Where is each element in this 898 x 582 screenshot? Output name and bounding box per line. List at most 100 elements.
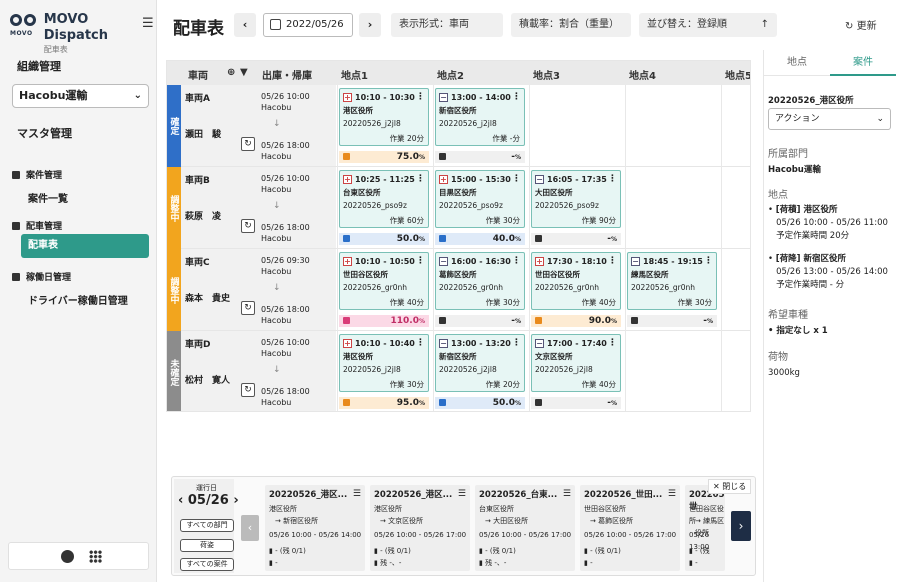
action-select[interactable]: アクション ⌄ (768, 108, 891, 130)
arrow-down-icon: ↓ (273, 119, 281, 129)
cargo-remaining: ▮ 残 -、- (479, 559, 507, 567)
more-icon[interactable]: ⋮ (608, 338, 617, 348)
cargo-icon (343, 399, 350, 406)
column-divider (529, 85, 530, 411)
refresh-icon: ↻ (845, 21, 854, 32)
dropoff-icon: − (439, 339, 448, 348)
add-vehicle-icon[interactable]: ⊕ (227, 67, 235, 78)
job-card[interactable]: 20220526_世 世田谷区役所 → 練馬区役所 05/26 13:00 ▮ … (685, 485, 725, 571)
apps-grid-icon[interactable] (89, 550, 102, 563)
load-rate: -% (531, 233, 621, 245)
stop-card[interactable]: − 16:05 - 17:35 ⋮ 大田区役所 20220526_pso9z 作… (531, 170, 621, 228)
more-icon[interactable]: ⋮ (704, 256, 713, 266)
job-filter[interactable]: すべての案件 (180, 558, 234, 571)
arrow-down-icon: ↓ (273, 201, 281, 211)
menu-icon[interactable]: ☰ (458, 488, 466, 500)
vehicle-row: 調整中 車両B 萩原 凌 05/26 10:00 Hacobu ↓ ↻ 05/26… (167, 167, 750, 249)
load-rate-button[interactable]: 積載率：割合（重量） (511, 13, 631, 37)
date-picker[interactable]: 2022/05/26 (263, 13, 353, 37)
job-card[interactable]: 20220526_港区... ☰ 港区役所 → 文京区役所 05/26 10:0… (370, 485, 470, 571)
more-icon[interactable]: ⋮ (416, 92, 425, 102)
driver-name: 萩原 凌 (185, 212, 222, 222)
more-icon[interactable]: ⋮ (608, 174, 617, 184)
vehicle-row: 調整中 車両C 森本 貴史 05/26 09:30 Hacobu ↓ ↻ 05/2… (167, 249, 750, 331)
prev-date-button[interactable]: ‹ (234, 13, 256, 37)
department-filter[interactable]: すべての部門 (180, 519, 234, 532)
vehicle-name[interactable]: 車両C (185, 255, 210, 268)
menu-icon[interactable]: ☰ (353, 488, 361, 500)
arrow-down-icon: ↓ (273, 365, 281, 375)
stop-card[interactable]: − 13:00 - 13:20 ⋮ 新宿区役所 20220526_j2jl8 作… (435, 334, 525, 392)
more-icon[interactable]: ⋮ (512, 338, 521, 348)
more-icon[interactable]: ⋮ (416, 338, 425, 348)
more-icon[interactable]: ⋮ (512, 174, 521, 184)
tab-points[interactable]: 地点 (764, 50, 830, 76)
stop-card[interactable]: + 17:30 - 18:10 ⋮ 世田谷区役所 20220526_gr0nh … (531, 252, 621, 310)
rotate-icon[interactable]: ↻ (241, 301, 255, 315)
cargo-value: 3000kg (768, 368, 800, 378)
more-icon[interactable]: ⋮ (416, 174, 425, 184)
stop-card[interactable]: − 18:45 - 19:15 ⋮ 練馬区役所 20220526_gr0nh 作… (627, 252, 717, 310)
dropoff-icon: − (439, 257, 448, 266)
stop-card[interactable]: − 16:00 - 16:30 ⋮ 葛飾区役所 20220526_gr0nh 作… (435, 252, 525, 310)
cargo-icon: ▮ (269, 559, 273, 567)
user-icon[interactable] (61, 550, 74, 563)
tray-prev-button[interactable]: ‹ (241, 515, 259, 541)
dropoff-icon: − (535, 175, 544, 184)
vehicle-name[interactable]: 車両B (185, 173, 210, 186)
filter-icon[interactable]: ▼ (240, 67, 248, 78)
vehicle-remaining: ▮ - (残 0/1) (479, 547, 516, 555)
tray-next-button[interactable]: › (731, 511, 751, 541)
vehicle-info: 車両D 松村 寛人 05/26 10:00 Hacobu ↓ ↻ 05/26 18… (181, 331, 336, 411)
main-area: 配車表 ‹ 2022/05/26 › 表示形式：車両 積載率：割合（重量） 並び… (157, 0, 877, 582)
stop-card[interactable]: + 10:10 - 10:40 ⋮ 港区役所 20220526_j2jl8 作業… (339, 334, 429, 392)
nav-dispatch-table[interactable]: 配車表 (21, 234, 149, 258)
next-date-button[interactable]: › (359, 13, 381, 37)
nav-driver-workdays[interactable]: ドライバー稼働日管理 (28, 292, 128, 307)
menu-icon[interactable]: ☰ (563, 488, 571, 500)
org-select[interactable]: Hacobu運輸 ⌄ (12, 84, 149, 108)
vehicle-info: 車両A 瀬田 駿 05/26 10:00 Hacobu ↓ ↻ 05/26 18:… (181, 85, 336, 166)
app-logo[interactable]: MOVO MOVO Dispatch 配車表 (10, 12, 156, 56)
more-icon[interactable]: ⋮ (512, 92, 521, 102)
to-location: → 大田区役所 (485, 517, 529, 525)
job-card[interactable]: 20220526_港区... ☰ 港区役所 → 新宿区役所 05/26 10:0… (265, 485, 365, 571)
stop-card[interactable]: − 17:00 - 17:40 ⋮ 文京区役所 20220526_j2jl8 作… (531, 334, 621, 392)
vehicle-name[interactable]: 車両D (185, 337, 210, 350)
load-rate: 95.0% (339, 397, 429, 409)
rotate-icon[interactable]: ↻ (241, 383, 255, 397)
cargo-icon (343, 317, 350, 324)
status-badge: 調整中 (167, 249, 181, 331)
stop-card[interactable]: + 10:10 - 10:50 ⋮ 世田谷区役所 20220526_gr0nh … (339, 252, 429, 310)
operation-day[interactable]: ‹ 05/26 › (178, 493, 239, 508)
job-card[interactable]: 20220526_台東... ☰ 台東区役所 → 大田区役所 05/26 10:… (475, 485, 575, 571)
menu-icon[interactable]: ☰ (142, 16, 154, 31)
chevron-down-icon: ⌄ (133, 90, 142, 101)
menu-icon[interactable]: ☰ (668, 488, 676, 500)
master-header[interactable]: マスタ管理 (17, 125, 72, 141)
job-card[interactable]: 20220526_世田... ☰ 世田谷区役所 → 葛飾区役所 05/26 10… (580, 485, 680, 571)
stop-card[interactable]: − 13:00 - 14:00 ⋮ 新宿区役所 20220526_j2jl8 作… (435, 88, 525, 146)
section-jobs: 案件管理 (12, 168, 62, 181)
cargo-icon: ▮ (479, 559, 483, 567)
tray-close-button[interactable]: ✕ 閉じる (708, 479, 752, 494)
sort-button[interactable]: 並び替え：登録順 ↑ (639, 13, 777, 37)
more-icon[interactable]: ⋮ (512, 256, 521, 266)
package-filter[interactable]: 荷姿 (180, 539, 234, 552)
vehicle-name[interactable]: 車両A (185, 91, 210, 104)
display-mode-button[interactable]: 表示形式：車両 (391, 13, 503, 37)
more-icon[interactable]: ⋮ (416, 256, 425, 266)
rotate-icon[interactable]: ↻ (241, 137, 255, 151)
stop-card[interactable]: + 15:00 - 15:30 ⋮ 目黒区役所 20220526_pso9z 作… (435, 170, 525, 228)
pickup-icon: + (343, 175, 352, 184)
rotate-icon[interactable]: ↻ (241, 219, 255, 233)
more-icon[interactable]: ⋮ (608, 256, 617, 266)
cargo-icon (439, 399, 446, 406)
refresh-button[interactable]: ↻ 更新 (845, 17, 877, 32)
nav-job-list[interactable]: 案件一覧 (28, 190, 68, 205)
tab-jobs[interactable]: 案件 (830, 50, 896, 76)
stop-card[interactable]: + 10:10 - 10:30 ⋮ 港区役所 20220526_j2jl8 作業… (339, 88, 429, 146)
stop-card[interactable]: + 10:25 - 11:25 ⋮ 台東区役所 20220526_pso9z 作… (339, 170, 429, 228)
column-divider (337, 85, 338, 411)
vehicle-label: 希望車種 (768, 310, 808, 321)
